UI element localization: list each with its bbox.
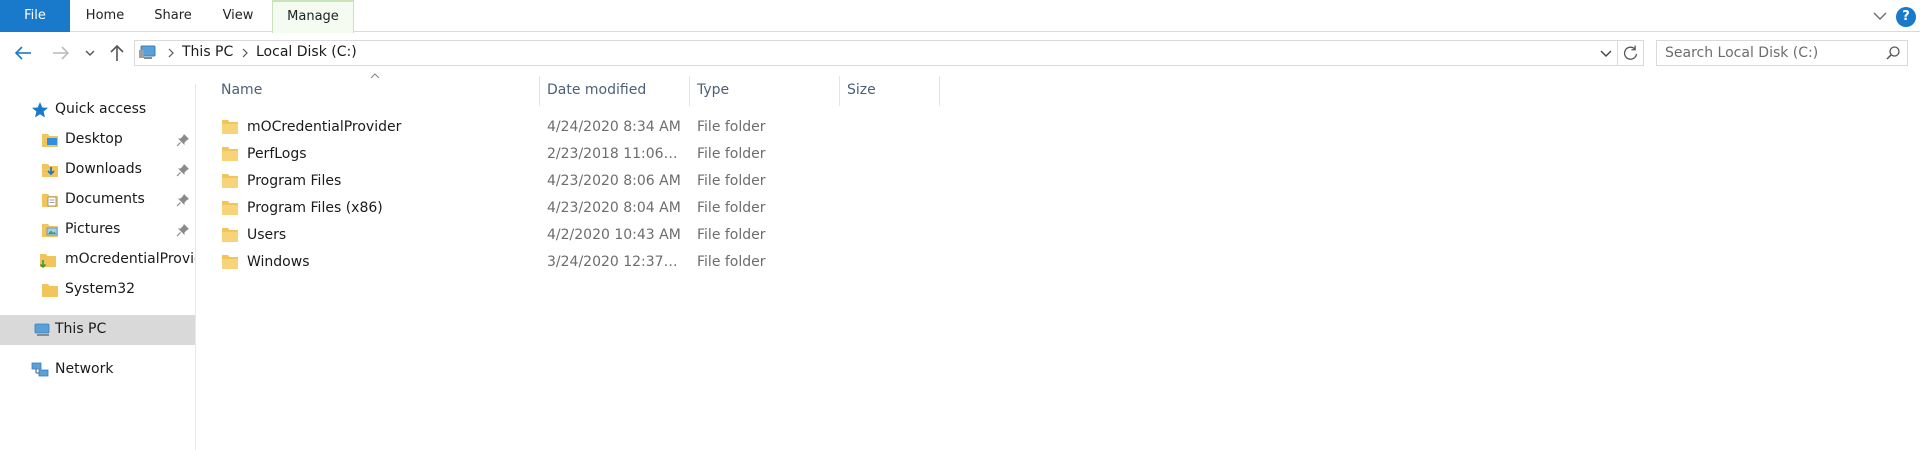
column-divider[interactable] [839,76,840,106]
pictures-folder-icon [42,224,58,237]
ribbon: File Home Share View Manage ? [0,0,1920,33]
file-date-modified: 4/24/2020 8:34 AM [547,119,681,135]
column-divider[interactable] [939,76,940,106]
forward-arrow-icon[interactable] [48,40,74,66]
pin-icon[interactable] [176,163,190,177]
file-name: Windows [247,254,310,270]
search-input[interactable] [1665,44,1875,62]
search-box [1656,40,1908,66]
column-header-name[interactable]: Name [221,74,262,106]
tab-view[interactable]: View [208,0,268,32]
tab-share[interactable]: Share [140,0,206,32]
sidebar-item-mocredentialprovider[interactable]: mOcredentialProvid [0,245,195,275]
chevron-down-icon[interactable] [1595,43,1617,63]
breadcrumb-local-disk[interactable]: Local Disk (C:) [256,44,357,60]
file-type: File folder [697,119,766,135]
file-type: File folder [697,146,766,162]
file-name: Users [247,227,287,243]
sidebar-item-pictures[interactable]: Pictures [0,215,195,245]
sidebar-item-label: Desktop [65,131,123,147]
downloads-folder-icon [42,164,58,177]
file-type: File folder [697,200,766,216]
breadcrumb-this-pc[interactable]: This PC [182,44,233,60]
sidebar-item-network[interactable]: Network [0,355,195,385]
folder-icon [222,255,238,269]
back-arrow-icon[interactable] [10,40,36,66]
tab-manage[interactable]: Manage [272,0,354,33]
sidebar-item-label: Downloads [65,161,142,177]
documents-folder-icon [42,194,58,207]
sidebar-item-desktop[interactable]: Desktop [0,125,195,155]
column-divider[interactable] [689,76,690,106]
star-icon [32,102,48,118]
sidebar-item-system32[interactable]: System32 [0,275,195,305]
file-list: Name Date modified Type Size mOCredentia… [197,70,1920,450]
file-type: File folder [697,227,766,243]
sidebar-item-label: Network [55,361,114,377]
file-name: mOCredentialProvider [247,119,402,135]
column-header-date-modified[interactable]: Date modified [547,74,646,106]
file-name: Program Files (x86) [247,200,383,216]
file-date-modified: 4/23/2020 8:06 AM [547,173,681,189]
chevron-right-icon[interactable] [165,43,177,63]
file-name: Program Files [247,173,342,189]
tab-home[interactable]: Home [70,0,140,32]
chevron-right-icon[interactable] [239,43,251,63]
help-icon[interactable]: ? [1896,7,1916,27]
folder-icon [39,254,56,269]
sidebar-item-downloads[interactable]: Downloads [0,155,195,185]
table-row[interactable]: mOCredentialProvider 4/24/2020 8:34 AM F… [217,115,1157,142]
recent-locations-chevron-icon[interactable] [80,40,100,66]
table-row[interactable]: Program Files (x86) 4/23/2020 8:04 AM Fi… [217,196,1157,223]
folder-icon [222,174,238,188]
table-row[interactable]: Users 4/2/2020 10:43 AM File folder [217,223,1157,250]
search-icon[interactable] [1885,45,1901,61]
network-icon [31,362,49,377]
sidebar-item-label: mOcredentialProvid [65,251,195,267]
chevron-down-icon[interactable] [1870,6,1890,26]
refresh-icon[interactable] [1618,40,1644,66]
sort-ascending-icon [370,73,380,79]
pin-icon[interactable] [176,223,190,237]
sidebar-item-label: Pictures [65,221,121,237]
folder-icon [222,147,238,161]
column-header-size[interactable]: Size [847,74,876,106]
sidebar-item-label: Quick access [55,101,147,117]
table-row[interactable]: PerfLogs 2/23/2018 11:06 A... File folde… [217,142,1157,169]
column-header-type[interactable]: Type [697,74,729,106]
computer-icon [139,45,156,59]
file-date-modified: 2/23/2018 11:06 A... [547,146,681,162]
sidebar-item-this-pc[interactable]: This PC [0,315,195,345]
file-type: File folder [697,173,766,189]
pin-icon[interactable] [176,193,190,207]
folder-icon [222,201,238,215]
sidebar-item-label: Documents [65,191,145,207]
file-type: File folder [697,254,766,270]
sidebar-item-quick-access[interactable]: Quick access [0,95,195,125]
table-row[interactable]: Program Files 4/23/2020 8:06 AM File fol… [217,169,1157,196]
file-date-modified: 4/23/2020 8:04 AM [547,200,681,216]
desktop-folder-icon [42,134,58,147]
file-name: PerfLogs [247,146,307,162]
column-divider[interactable] [539,76,540,106]
tab-file[interactable]: File [0,0,70,32]
up-arrow-icon[interactable] [104,40,130,66]
sidebar-item-documents[interactable]: Documents [0,185,195,215]
navigation-bar: This PC Local Disk (C:) [0,36,1920,70]
computer-icon [34,323,50,336]
sidebar-item-label: This PC [55,321,107,337]
folder-icon [222,228,238,242]
file-date-modified: 4/2/2020 10:43 AM [547,227,681,243]
table-row[interactable]: Windows 3/24/2020 12:37 PM File folder [217,250,1157,277]
navigation-pane: Quick access Desktop Downloads Documents… [0,84,196,450]
folder-icon [42,284,58,297]
sidebar-item-label: System32 [65,281,136,297]
address-bar[interactable]: This PC Local Disk (C:) [134,40,1618,66]
file-date-modified: 3/24/2020 12:37 PM [547,254,681,270]
pin-icon[interactable] [176,133,190,147]
folder-icon [222,120,238,134]
